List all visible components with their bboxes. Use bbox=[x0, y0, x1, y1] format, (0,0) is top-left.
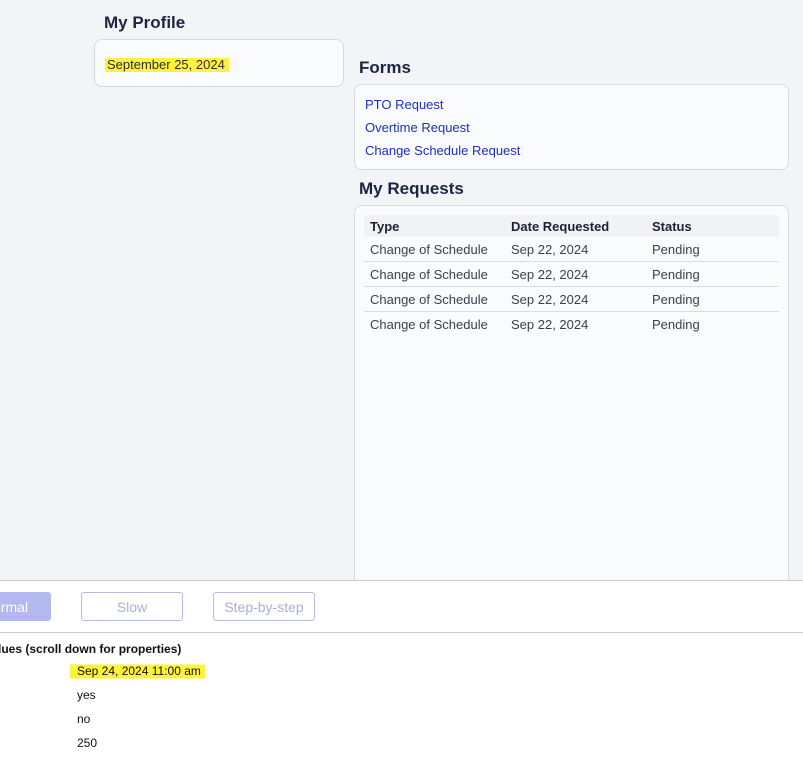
column-header-date-requested: Date Requested bbox=[505, 215, 646, 237]
slow-speed-button[interactable]: Slow bbox=[81, 592, 183, 621]
requests-card: Type Date Requested Status Change of Sch… bbox=[354, 205, 789, 581]
forms-card: PTO Request Overtime Request Change Sche… bbox=[354, 84, 789, 170]
profile-date: September 25, 2024 bbox=[105, 56, 229, 74]
value-item: Sep 24, 2024 11:00 am bbox=[70, 663, 205, 680]
requests-title: My Requests bbox=[359, 179, 464, 198]
table-header-row: Type Date Requested Status bbox=[364, 215, 779, 237]
value-item: yes bbox=[77, 688, 96, 702]
overtime-request-link[interactable]: Overtime Request bbox=[365, 120, 470, 135]
cell-type: Change of Schedule bbox=[364, 286, 505, 312]
value-item: 250 bbox=[77, 736, 98, 750]
normal-speed-button[interactable]: Normal bbox=[0, 592, 51, 621]
table-row[interactable]: Change of Schedule Sep 22, 2024 Pending bbox=[364, 261, 779, 287]
app-area: My Profile September 25, 2024 Forms PTO … bbox=[0, 0, 803, 581]
requests-table: Type Date Requested Status Change of Sch… bbox=[364, 215, 779, 336]
profile-title: My Profile bbox=[104, 13, 186, 32]
values-heading: Values (scroll down for properties) bbox=[0, 642, 182, 656]
cell-type: Change of Schedule bbox=[364, 261, 505, 287]
pto-request-link[interactable]: PTO Request bbox=[365, 97, 444, 112]
cell-status: Pending bbox=[646, 261, 779, 287]
step-by-step-button[interactable]: Step-by-step bbox=[213, 592, 315, 621]
table-row[interactable]: Change of Schedule Sep 22, 2024 Pending bbox=[364, 312, 779, 337]
cell-date-requested: Sep 22, 2024 bbox=[505, 261, 646, 287]
forms-title: Forms bbox=[359, 58, 411, 77]
change-schedule-request-link[interactable]: Change Schedule Request bbox=[365, 143, 520, 158]
column-header-type: Type bbox=[364, 215, 505, 237]
cell-status: Pending bbox=[652, 316, 700, 332]
cell-date-requested: Sep 22, 2024 bbox=[505, 237, 646, 262]
cell-date-requested: Sep 22, 2024 bbox=[511, 316, 589, 332]
profile-card: September 25, 2024 bbox=[94, 39, 344, 87]
cell-date-requested: Sep 22, 2024 bbox=[505, 286, 646, 312]
cell-status: Pending bbox=[646, 286, 779, 312]
cell-status: Pending bbox=[646, 237, 779, 262]
table-row[interactable]: Change of Schedule Sep 22, 2024 Pending bbox=[364, 286, 779, 312]
value-item: no bbox=[77, 712, 91, 726]
cell-type: Change of Schedule bbox=[364, 237, 505, 262]
playback-speed-bar: Normal Slow Step-by-step bbox=[0, 581, 803, 632]
table-row[interactable]: Change of Schedule Sep 22, 2024 Pending bbox=[364, 237, 779, 262]
column-header-status: Status bbox=[646, 215, 779, 237]
cell-type: Change of Schedule bbox=[370, 316, 488, 332]
values-panel: Values (scroll down for properties) Sep … bbox=[0, 633, 803, 760]
